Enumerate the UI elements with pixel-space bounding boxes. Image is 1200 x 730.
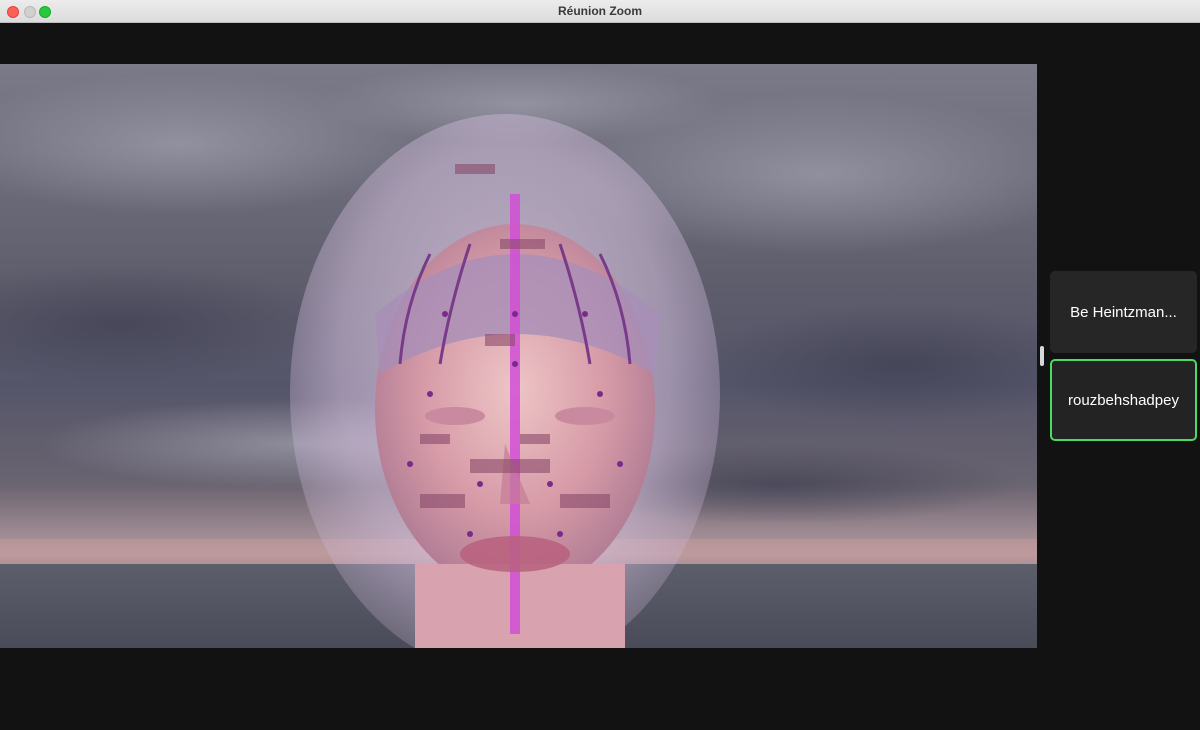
video-frame-image xyxy=(0,64,1037,648)
main-video-feed[interactable] xyxy=(0,64,1037,648)
participant-tile[interactable]: Be Heintzman... xyxy=(1050,271,1197,353)
participant-tile-active-speaker[interactable]: rouzbehshadpey xyxy=(1050,359,1197,441)
window-title: Réunion Zoom xyxy=(558,4,642,18)
title-bar[interactable]: Réunion Zoom xyxy=(0,0,1200,23)
participant-name: rouzbehshadpey xyxy=(1068,391,1179,409)
zoom-window: Réunion Zoom Be Heintzman... rouzbehshad… xyxy=(0,0,1200,730)
participant-name: Be Heintzman... xyxy=(1070,303,1177,321)
panel-resize-handle[interactable] xyxy=(1040,346,1044,366)
